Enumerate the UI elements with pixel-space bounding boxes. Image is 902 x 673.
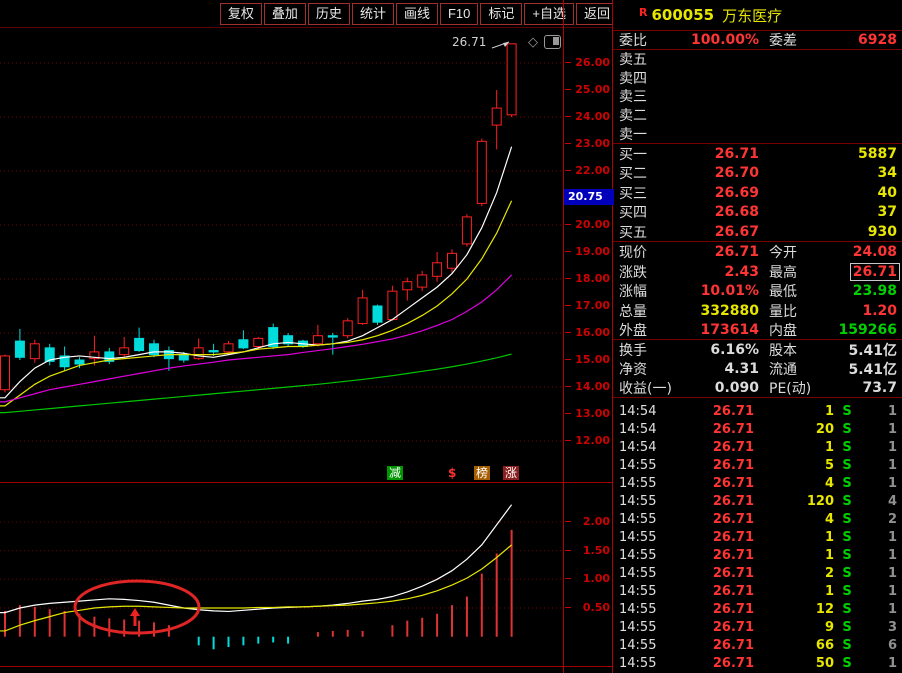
quote-row: 换手 6.16% 股本 5.41亿 (619, 341, 897, 359)
tick-row: 14:54 26.71 20 S 1 (619, 421, 897, 437)
tick-row: 14:55 26.71 4 S 2 (619, 511, 897, 527)
main-axis-label: 19.00 (564, 245, 610, 259)
tick-row: 14:54 26.71 1 S 1 (619, 439, 897, 455)
weibi-value: 100.00% (691, 32, 760, 48)
main-axis-label: 20.00 (564, 218, 610, 232)
ask-row: 卖二 (619, 108, 647, 125)
stock-title: R 600055 万东医疗 (613, 0, 902, 31)
main-axis-label: 13.00 (564, 407, 610, 421)
weibi-row: 委比 100.00% 委差 6928 (613, 31, 902, 50)
badge-reduce[interactable]: 减 (387, 466, 404, 480)
quote-row: 净资 4.31 流通 5.41亿 (619, 361, 897, 379)
tick-row: 14:55 26.71 4 S 1 (619, 475, 897, 491)
sub-axis-label: 0.50 (564, 601, 610, 615)
candlestick-chart[interactable]: 26.71 (0, 28, 563, 482)
toolbar-button-1[interactable]: 复权 (219, 2, 262, 25)
tick-row: 14:55 26.71 12 S 1 (619, 601, 897, 617)
main-axis-label: 15.00 (564, 353, 610, 367)
r-flag: R (639, 5, 648, 19)
quote-row: 收益(一) 0.090 PE(动) 73.7 (613, 379, 902, 399)
tick-row: 14:55 26.71 120 S 4 (619, 493, 897, 509)
indicator-chart[interactable] (0, 482, 563, 666)
main-axis-label: 25.00 (564, 83, 610, 97)
price-axis: 26.0025.0024.0023.0022.0021.0020.0019.00… (563, 0, 612, 673)
toolbar-button-5[interactable]: 画线 (395, 2, 438, 25)
main-axis-label: 17.00 (564, 299, 610, 313)
quote-row: 现价 26.71 今开 24.08 (619, 244, 897, 262)
tick-row: 14:55 26.71 9 S 3 (619, 619, 897, 635)
quote-row: 外盘 173614 内盘 159266 (613, 320, 902, 340)
badge-limit-up[interactable]: 涨 (503, 466, 520, 480)
stock-name: 万东医疗 (722, 6, 783, 25)
tick-row: 14:55 26.71 5 S 1 (619, 457, 897, 473)
sub-axis-label: 1.50 (564, 544, 610, 558)
toolbar-button-2[interactable]: 叠加 (263, 2, 306, 25)
quote-row: 涨跌 2.43 最高 26.71 (613, 262, 902, 282)
stock-code: 600055 (651, 6, 715, 24)
quote-grid: 现价 26.71 今开 24.08 涨跌 2.43 最高 26.71 涨幅 10.01% 最低 23.… (613, 242, 902, 399)
axis-price-highlight: 20.75 (564, 189, 614, 205)
panel-toggle-icon[interactable] (544, 35, 561, 49)
main-axis-label: 18.00 (564, 272, 610, 286)
ask-levels: 卖五 卖四卖三卖二 卖一 (613, 50, 902, 144)
time-and-sales: 14:54 26.71 1 S 1 14:54 26.71 20 S 1 14:54 26.71 1 S 1… (613, 402, 902, 673)
toolbar-button-7[interactable]: 标记 (480, 2, 523, 25)
svg-text:26.71: 26.71 (452, 35, 486, 49)
quote-row: 总量 332880 量比 1.20 (619, 302, 897, 320)
chart-bottom-border (0, 666, 612, 667)
sub-axis-label: 1.00 (564, 572, 610, 586)
quote-panel: R 600055 万东医疗 委比 100.00% 委差 6928 卖五 卖四 卖三卖… (612, 0, 902, 673)
quote-row: 涨幅 10.01% 最低 23.98 (619, 283, 897, 301)
weicha-value: 6928 (858, 32, 897, 48)
main-axis-label: 16.00 (564, 326, 610, 340)
ask-row: 卖五 (619, 52, 647, 69)
main-axis-label: 24.00 (564, 110, 610, 124)
main-axis-label: 12.00 (564, 434, 610, 448)
bid-levels: 买一 26.71 5887 买二 26.70 34 买三 26.69 40 买四 26.68 37 买五… (613, 144, 902, 243)
ask-row: 卖三 (619, 89, 647, 106)
main-axis-label: 26.00 (564, 56, 610, 70)
bid-row: 买一 26.71 5887 (619, 145, 897, 163)
tick-row: 14:55 26.71 2 S 1 (619, 565, 897, 581)
badge-ranking[interactable]: 榜 (474, 466, 491, 480)
chart-divider (0, 482, 612, 483)
toolbar-button-4[interactable]: 统计 (351, 2, 394, 25)
diamond-icon[interactable]: ◇ (528, 36, 538, 49)
tick-row: 14:55 26.71 66 S 6 (619, 637, 897, 653)
bid-row: 买五 26.67 930 (619, 223, 897, 241)
bid-row: 买三 26.69 40 (619, 184, 897, 202)
bid-row: 买四 26.68 37 (619, 204, 897, 222)
main-axis-label: 14.00 (564, 380, 610, 394)
toolbar: 复权 叠加 历史 统计 画线 F10 标记 +自选 返回 (0, 0, 618, 28)
weicha-label: 委差 (769, 33, 797, 49)
bid-row: 买二 26.70 34 (619, 165, 897, 183)
toolbar-button-6[interactable]: F10 (439, 2, 479, 25)
ask-row: 卖一 (619, 126, 647, 143)
tick-row: 14:55 26.71 50 S 1 (619, 655, 897, 671)
money-icon[interactable]: $ (446, 466, 458, 480)
main-axis-label: 23.00 (564, 137, 610, 151)
weibi-label: 委比 (619, 33, 647, 49)
sub-axis-label: 2.00 (564, 515, 610, 529)
tick-row: 14:54 26.71 1 S 1 (619, 403, 897, 419)
tick-row: 14:55 26.71 1 S 1 (619, 547, 897, 563)
trading-terminal: 复权 叠加 历史 统计 画线 F10 标记 +自选 返回 26.71 26.00 25.00 24.… (0, 0, 902, 673)
tick-row: 14:55 26.71 1 S 1 (619, 583, 897, 599)
ask-row: 卖四 (619, 70, 647, 87)
toolbar-button-3[interactable]: 历史 (307, 2, 350, 25)
main-axis-label: 22.00 (564, 164, 610, 178)
tick-row: 14:55 26.71 1 S 1 (619, 529, 897, 545)
